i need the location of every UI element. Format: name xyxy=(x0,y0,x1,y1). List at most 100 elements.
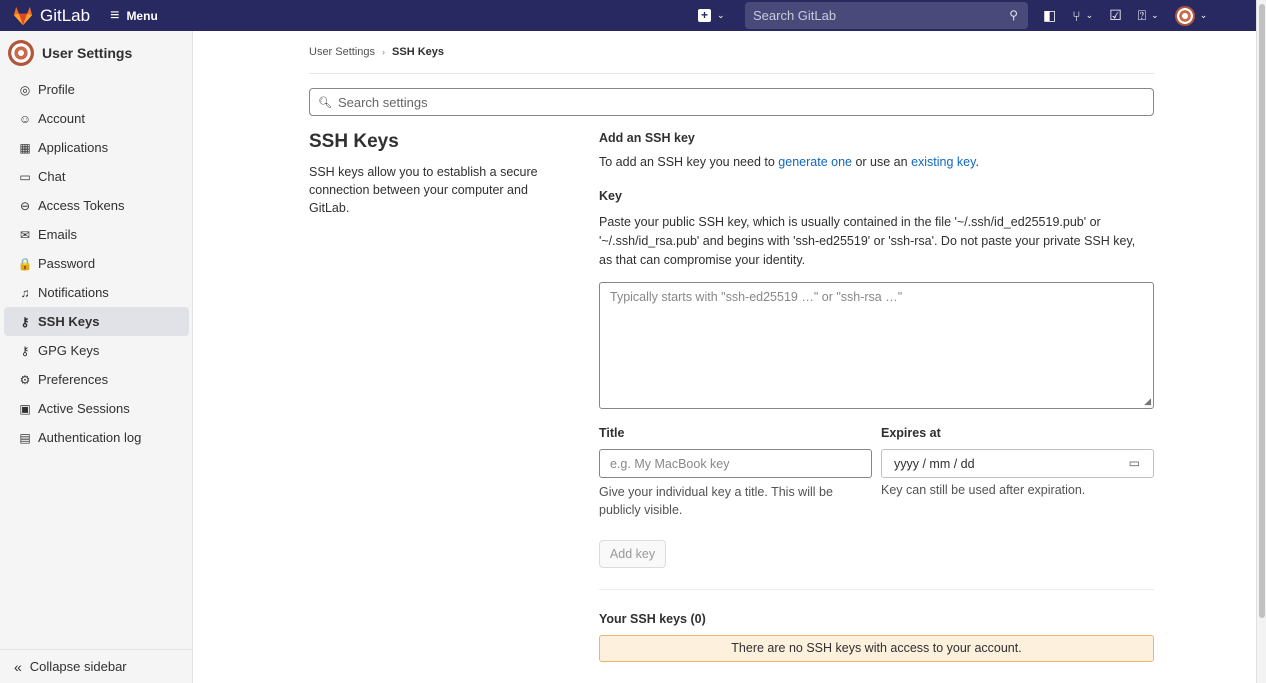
generate-one-link[interactable]: generate one xyxy=(778,155,852,169)
sidebar-title: User Settings xyxy=(42,45,133,61)
sidebar-item-label: SSH Keys xyxy=(38,314,100,329)
section-description: SSH keys allow you to establish a secure… xyxy=(309,165,538,215)
sidebar-item-emails[interactable]: ✉ Emails xyxy=(4,220,189,249)
expires-placeholder: yyyy / mm / dd xyxy=(894,456,975,471)
title-help-text: Give your individual key a title. This w… xyxy=(599,485,833,517)
sidebar-item-profile[interactable]: ◎ Profile xyxy=(4,75,189,104)
tanuki-icon xyxy=(13,6,33,25)
title-placeholder: e.g. My MacBook key xyxy=(610,456,730,471)
help-button[interactable]: ⍰ ⌄ xyxy=(1138,7,1159,24)
page-title: SSH Keys xyxy=(309,131,399,152)
user-menu-button[interactable]: ⌄ xyxy=(1174,5,1208,26)
key-help-text: Paste your public SSH key, which is usua… xyxy=(599,215,1136,267)
menu-button[interactable]: ≡ Menu xyxy=(110,7,158,25)
form-heading: Add an SSH key xyxy=(599,131,695,145)
merge-request-icon: ⑂ xyxy=(1072,7,1081,24)
sidebar-item-label: Emails xyxy=(38,227,78,242)
sidebar-item-label: Active Sessions xyxy=(38,401,130,416)
title-label: Title xyxy=(599,426,625,440)
avatar xyxy=(8,40,34,66)
sidebar-item-label: GPG Keys xyxy=(38,343,100,358)
intro-text: To add an SSH key you need to xyxy=(599,155,779,169)
mail-icon: ✉ xyxy=(19,227,31,242)
collapse-sidebar-button[interactable]: « Collapse sidebar xyxy=(0,649,192,683)
global-search-placeholder: Search GitLab xyxy=(753,8,837,23)
sidebar-item-active-sessions[interactable]: ▣ Active Sessions xyxy=(4,394,189,423)
sidebar-item-label: Access Tokens xyxy=(38,198,125,213)
sidebar-header[interactable]: User Settings xyxy=(0,31,192,75)
chevron-down-icon: ⌄ xyxy=(1085,10,1094,20)
add-ssh-key-form: Add an SSH key To add an SSH key you nee… xyxy=(599,131,1154,662)
log-icon: ▤ xyxy=(19,430,31,445)
scrollbar-thumb[interactable] xyxy=(1259,4,1265,618)
lock-icon: 🔒 xyxy=(17,256,33,271)
chat-icon: ▭ xyxy=(19,169,31,184)
sidebar-item-gpg-keys[interactable]: ⚷ GPG Keys xyxy=(4,336,189,365)
collapse-sidebar-label: Collapse sidebar xyxy=(29,659,127,674)
global-search-input[interactable]: Search GitLab ⚲ xyxy=(745,2,1028,29)
brand-name: GitLab xyxy=(40,5,91,25)
expires-help-text: Key can still be used after expiration. xyxy=(881,483,1086,497)
sidebar-item-label: Notifications xyxy=(38,285,109,300)
search-settings-placeholder: Search settings xyxy=(337,94,428,110)
expires-date-input[interactable]: yyyy / mm / dd ▭ xyxy=(881,449,1154,478)
sidebar-item-ssh-keys[interactable]: ⚷ SSH Keys xyxy=(4,307,189,336)
sidebar-item-label: Chat xyxy=(38,169,66,184)
chevron-down-icon: ⌄ xyxy=(1151,10,1159,20)
sidebar-item-label: Profile xyxy=(38,82,75,97)
chevron-down-icon: ⌄ xyxy=(717,10,725,20)
navbar-icons: ◧ ⑂ ⌄ ☑ ⍰ ⌄ ⌄ xyxy=(1043,0,1223,31)
bell-icon: ♫ xyxy=(20,285,30,300)
gitlab-logo[interactable]: GitLab xyxy=(12,6,90,26)
sidebar-item-password[interactable]: 🔒 Password xyxy=(4,249,189,278)
sidebar-item-label: Password xyxy=(38,256,96,271)
top-navbar: GitLab ≡ Menu + ⌄ Search GitLab ⚲ ◧ ⑂ ⌄ … xyxy=(0,0,1256,31)
plus-square-icon: + xyxy=(698,9,711,22)
search-settings-input[interactable]: 🔍︎ Search settings xyxy=(309,88,1154,116)
add-key-button[interactable]: Add key xyxy=(599,540,666,568)
search-icon: ⚲ xyxy=(1009,8,1018,22)
breadcrumb: User Settings › SSH Keys xyxy=(309,46,444,58)
monitor-icon: ▣ xyxy=(19,401,31,416)
calendar-icon[interactable]: ▭ xyxy=(1129,456,1140,470)
sidebar-item-account[interactable]: ☺ Account xyxy=(4,104,189,133)
sidebar-nav: ◎ Profile ☺ Account ▦ Applications ▭ Chat ⊖ Acces… xyxy=(0,75,192,452)
help-icon: ⍰ xyxy=(1137,7,1147,23)
search-icon: 🔍︎ xyxy=(318,96,332,109)
profile-icon: ◎ xyxy=(19,82,31,97)
applications-icon: ▦ xyxy=(19,140,31,155)
new-dropdown-button[interactable]: + ⌄ xyxy=(698,9,738,22)
breadcrumb-current[interactable]: SSH Keys xyxy=(392,46,444,58)
double-chevron-left-icon: « xyxy=(14,658,22,675)
expires-label: Expires at xyxy=(881,426,941,440)
hamburger-icon: ≡ xyxy=(110,6,120,24)
issues-icon[interactable]: ◧ xyxy=(1043,7,1056,24)
resize-handle-icon[interactable]: ◢ xyxy=(1144,396,1151,407)
sidebar-item-access-tokens[interactable]: ⊖ Access Tokens xyxy=(4,191,189,220)
menu-label: Menu xyxy=(126,8,158,23)
existing-key-link[interactable]: existing key xyxy=(911,155,975,169)
sidebar-item-notifications[interactable]: ♫ Notifications xyxy=(4,278,189,307)
sidebar-item-applications[interactable]: ▦ Applications xyxy=(4,133,189,162)
page-scrollbar[interactable] xyxy=(1256,0,1266,683)
avatar xyxy=(1174,5,1195,26)
chevron-down-icon: ⌄ xyxy=(1199,10,1208,20)
breadcrumb-parent[interactable]: User Settings xyxy=(309,46,375,58)
main-content: User Settings › SSH Keys 🔍︎ Search setti… xyxy=(193,31,1256,683)
your-keys-heading: Your SSH keys (0) xyxy=(599,612,706,626)
title-input[interactable]: e.g. My MacBook key xyxy=(599,449,872,478)
sidebar-item-chat[interactable]: ▭ Chat xyxy=(4,162,189,191)
sidebar-item-label: Applications xyxy=(38,140,109,155)
account-icon: ☺ xyxy=(18,111,32,126)
key-label: Key xyxy=(599,189,622,203)
preferences-icon: ⚙ xyxy=(19,372,31,387)
merge-requests-button[interactable]: ⑂ ⌄ xyxy=(1072,8,1093,24)
sidebar-item-authentication-log[interactable]: ▤ Authentication log xyxy=(4,423,189,452)
intro-text: or use an xyxy=(851,155,912,169)
sidebar-item-preferences[interactable]: ⚙ Preferences xyxy=(4,365,189,394)
todo-icon[interactable]: ☑ xyxy=(1109,7,1122,24)
key-textarea[interactable]: Typically starts with "ssh-ed25519 …" or… xyxy=(599,282,1154,409)
key-icon: ⚷ xyxy=(20,343,30,358)
key-icon: ⚷ xyxy=(20,314,30,329)
navbar-right: + ⌄ Search GitLab ⚲ ◧ ⑂ ⌄ ☑ ⍰ ⌄ ⌄ xyxy=(698,0,1207,31)
